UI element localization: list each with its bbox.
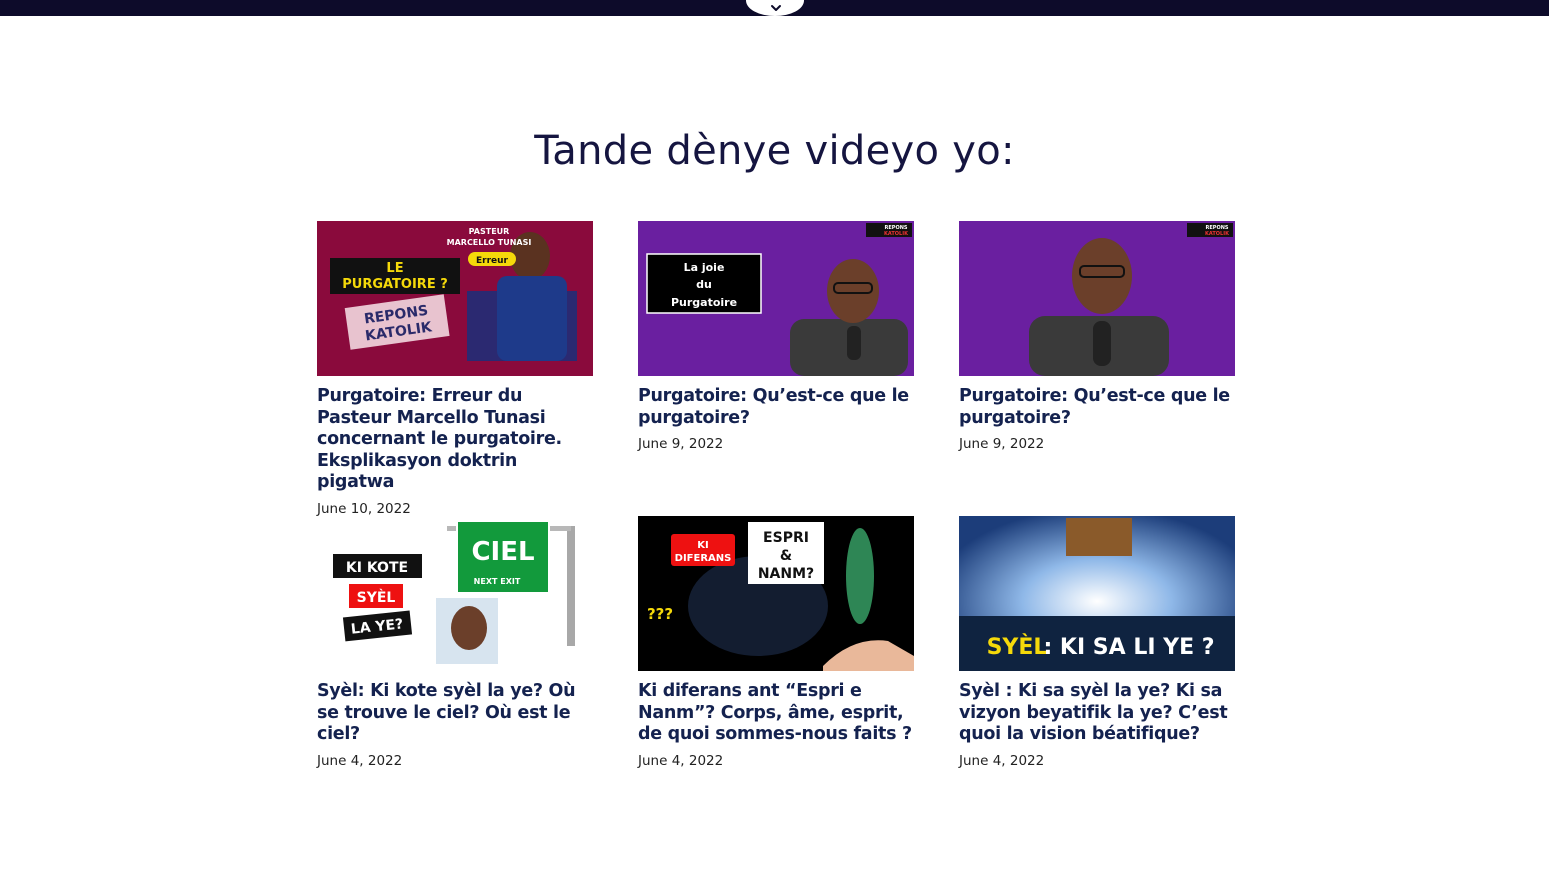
thumb-l2: SYÈL bbox=[357, 589, 396, 606]
video-title[interactable]: Purgatoire: Qu’est-ce que le purgatoire? bbox=[959, 386, 1235, 429]
video-title[interactable]: Purgatoire: Erreur du Pasteur Marcello T… bbox=[317, 386, 593, 494]
video-date: June 4, 2022 bbox=[959, 752, 1045, 769]
thumb-banner2: PURGATOIRE ? bbox=[342, 277, 448, 292]
video-date: June 4, 2022 bbox=[638, 752, 724, 769]
thumb-tag2: DIFERANS bbox=[675, 553, 732, 564]
video-date: June 9, 2022 bbox=[959, 436, 1045, 452]
thumb-q3: NANM? bbox=[758, 566, 814, 582]
thumb-tag1: KI bbox=[697, 540, 708, 551]
thumb-logo2: KATOLIK bbox=[884, 231, 909, 237]
video-date: June 4, 2022 bbox=[317, 752, 403, 769]
thumb-l1: KI KOTE bbox=[346, 560, 408, 576]
thumb-tag: Erreur bbox=[476, 256, 509, 266]
video-thumbnail[interactable]: REPONS KATOLIK bbox=[959, 221, 1235, 376]
video-thumbnail[interactable]: KI DIFERANS ESPRI & NANM? ??? bbox=[638, 516, 914, 671]
thumb-box2: du bbox=[696, 278, 712, 291]
video-card: REPONS KATOLIK Purgatoire: Qu’est-ce que… bbox=[959, 221, 1235, 452]
video-card: KI DIFERANS ESPRI & NANM? ??? Ki diferan… bbox=[638, 516, 914, 769]
video-thumbnail[interactable]: PASTEUR MARCELLO TUNASI Erreur LE PURGAT… bbox=[317, 221, 593, 376]
thumb-q1: ESPRI bbox=[763, 530, 809, 546]
section-heading: Tande dènye videyo yo: bbox=[534, 128, 1015, 174]
thumb-box1: La joie bbox=[684, 261, 725, 274]
video-card: KI KOTE SYÈL LA YE? CIEL NEXT EXIT Syèl:… bbox=[317, 516, 593, 769]
video-title[interactable]: Syèl: Ki kote syèl la ye? Où se trouve l… bbox=[317, 681, 593, 746]
thumb-sign: CIEL bbox=[471, 537, 534, 567]
video-card: REPONS KATOLIK La joie du Purgatoire Pur… bbox=[638, 221, 914, 452]
video-thumbnail[interactable]: KI KOTE SYÈL LA YE? CIEL NEXT EXIT bbox=[317, 516, 593, 671]
video-card: SYÈL : KI SA LI YE ? Syèl : Ki sa syèl l… bbox=[959, 516, 1235, 769]
thumb-logo2: KATOLIK bbox=[1205, 231, 1230, 237]
thumb-q2: & bbox=[780, 548, 792, 564]
video-date: June 10, 2022 bbox=[317, 500, 411, 517]
video-thumbnail[interactable]: SYÈL : KI SA LI YE ? bbox=[959, 516, 1235, 671]
chevron-down-icon[interactable] bbox=[769, 2, 783, 14]
video-thumbnail[interactable]: REPONS KATOLIK La joie du Purgatoire bbox=[638, 221, 914, 376]
video-date: June 9, 2022 bbox=[638, 436, 724, 452]
video-title[interactable]: Syèl : Ki sa syèl la ye? Ki sa vizyon be… bbox=[959, 681, 1235, 746]
thumb-marks: ??? bbox=[647, 605, 673, 623]
video-card: PASTEUR MARCELLO TUNASI Erreur LE PURGAT… bbox=[317, 221, 593, 517]
thumb-line1: PASTEUR bbox=[469, 227, 510, 236]
video-title[interactable]: Purgatoire: Qu’est-ce que le purgatoire? bbox=[638, 386, 914, 429]
video-title[interactable]: Ki diferans ant “Espri e Nanm”? Corps, â… bbox=[638, 681, 914, 746]
thumb-b2: : KI SA LI YE ? bbox=[1043, 635, 1214, 660]
thumb-line2: MARCELLO TUNASI bbox=[447, 238, 532, 247]
thumb-exit: NEXT EXIT bbox=[474, 577, 521, 586]
thumb-banner1: LE bbox=[386, 261, 403, 276]
thumb-b1: SYÈL bbox=[987, 634, 1048, 660]
thumb-box3: Purgatoire bbox=[671, 296, 737, 309]
